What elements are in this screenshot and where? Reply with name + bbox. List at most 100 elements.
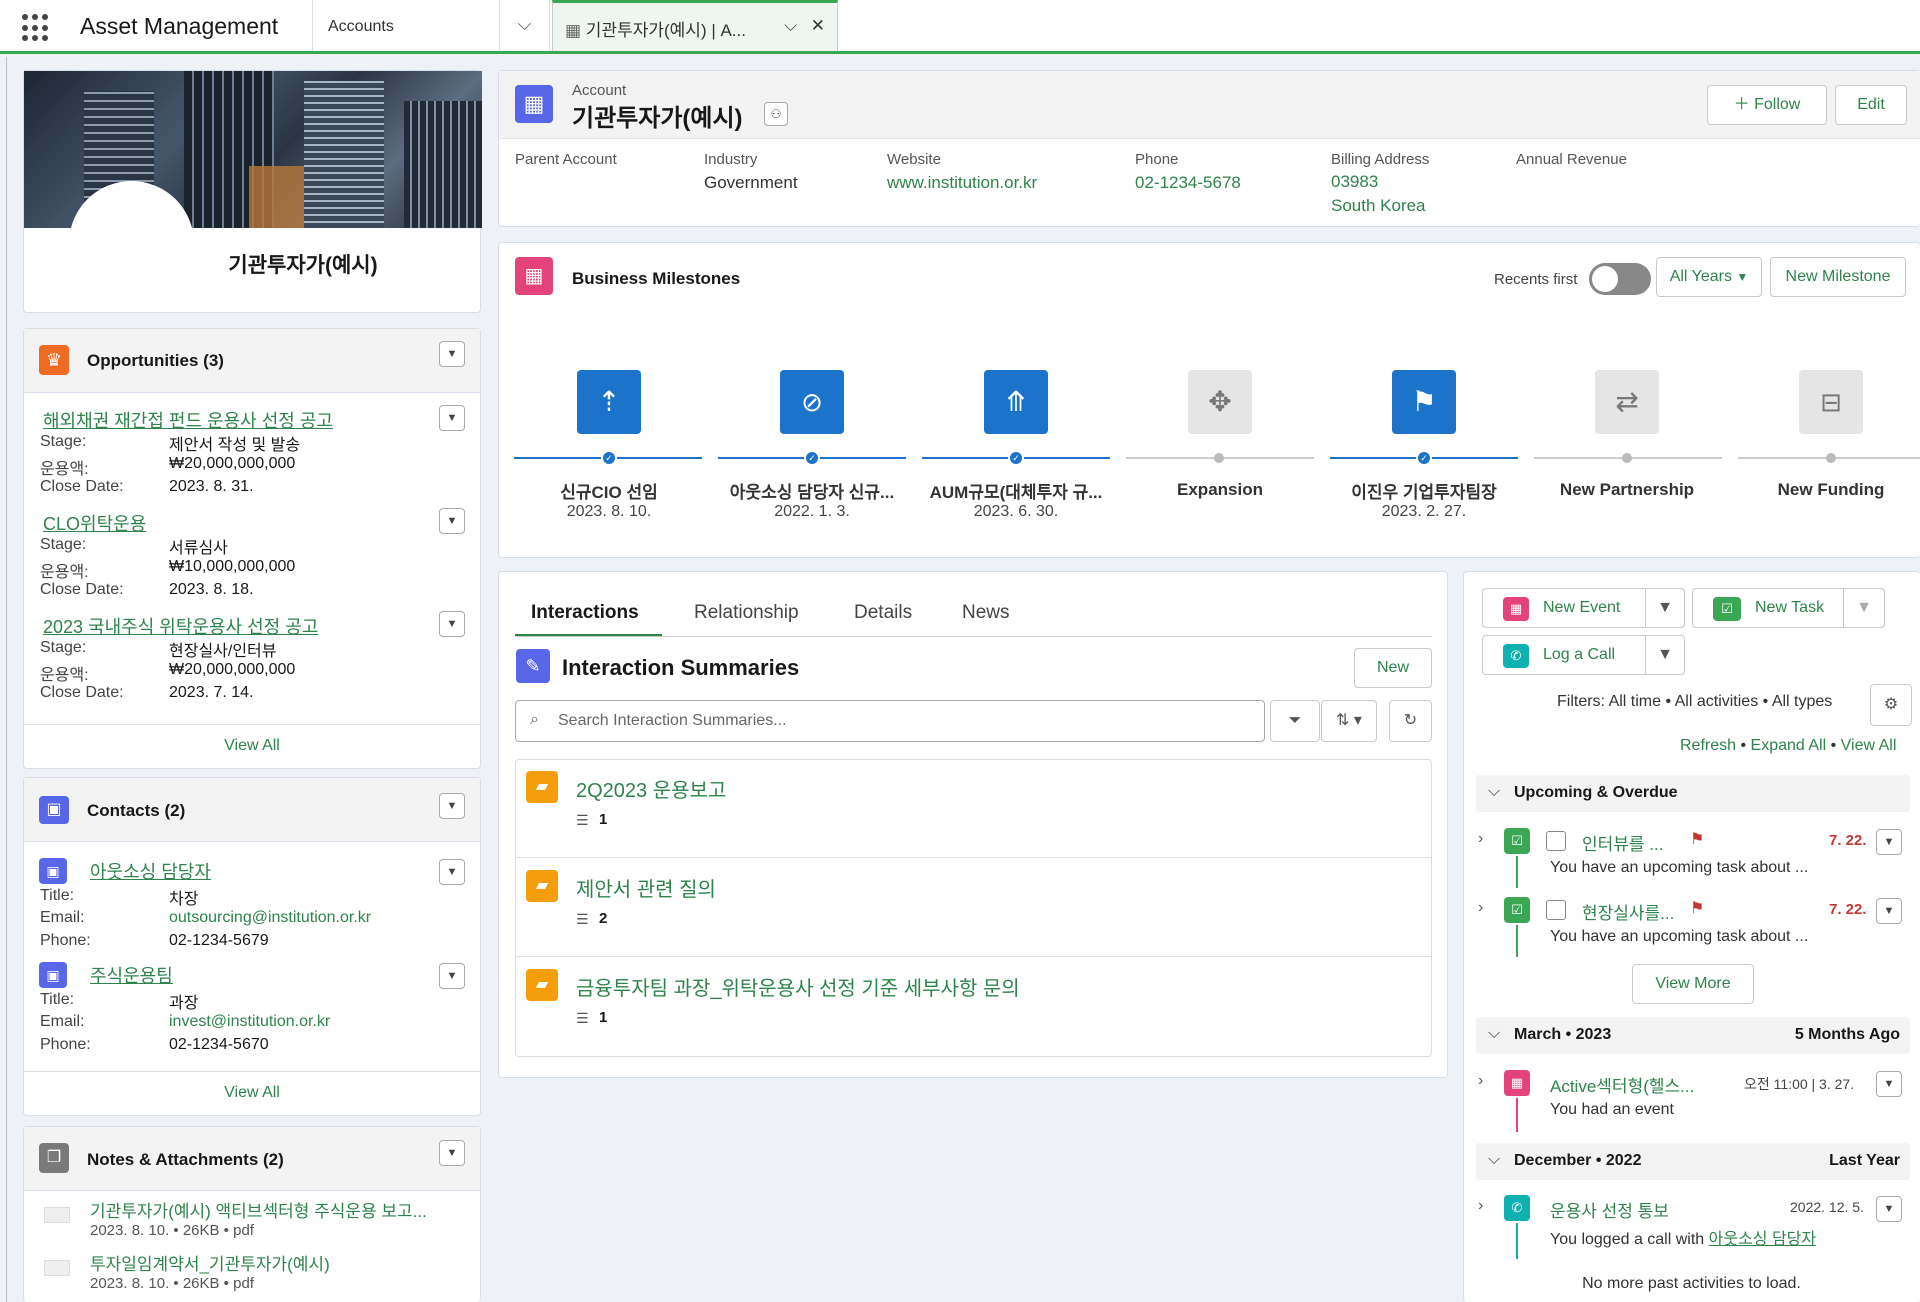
new-task-button[interactable]: ☑ New Task: [1692, 588, 1844, 628]
new-event-button[interactable]: ▦ New Event: [1482, 588, 1646, 628]
sort-button[interactable]: ⇅ ▾: [1321, 700, 1377, 742]
milestone-item[interactable]: ⚑: [1392, 370, 1456, 434]
dropdown-button[interactable]: ▼: [1876, 898, 1902, 924]
opportunity-link[interactable]: 해외채권 재간접 펀드 운용사 선정 공고: [43, 407, 333, 433]
dropdown-button[interactable]: ▼: [439, 963, 465, 989]
chevron-down-icon[interactable]: ⌵: [500, 0, 550, 51]
view-more-button[interactable]: View More: [1632, 964, 1754, 1004]
refresh-link[interactable]: Refresh: [1680, 737, 1736, 754]
dropdown-button[interactable]: ▼: [439, 793, 465, 819]
chevron-down-icon[interactable]: ⌵: [784, 16, 797, 36]
dropdown-button[interactable]: ▼: [439, 508, 465, 534]
email-link[interactable]: outsourcing@institution.or.kr: [169, 909, 371, 927]
section-header-march[interactable]: ⌵ March • 2023 5 Months Ago: [1476, 1017, 1910, 1054]
tab-interactions[interactable]: Interactions: [531, 602, 639, 624]
dropdown-button[interactable]: ▼: [439, 1140, 465, 1166]
expand-all-link[interactable]: Expand All: [1751, 737, 1827, 754]
milestone-item[interactable]: ⊟: [1799, 370, 1863, 434]
call-desc: You logged a call with 아웃소싱 담당자: [1550, 1231, 1817, 1248]
file-link[interactable]: 기관투자가(예시) 액티브섹터형 주식운용 보고...: [90, 1197, 427, 1222]
summary-link[interactable]: 2Q2023 운용보고: [576, 774, 726, 803]
no-more-text: No more past activities to load.: [1582, 1275, 1801, 1292]
chevron-right-icon[interactable]: ›: [1478, 830, 1483, 848]
dropdown-button[interactable]: ▼: [439, 859, 465, 885]
card-title[interactable]: Notes & Attachments (2): [87, 1150, 284, 1170]
dropdown-button[interactable]: ▼: [1876, 1196, 1902, 1222]
field-value: 2023. 8. 31.: [169, 478, 254, 495]
hierarchy-icon[interactable]: ⚇: [764, 102, 788, 126]
tab-details[interactable]: Details: [854, 602, 912, 624]
search-input[interactable]: ⌕ Search Interaction Summaries...: [515, 700, 1265, 742]
section-header-december[interactable]: ⌵ December • 2022 Last Year: [1476, 1143, 1910, 1180]
list-item: ▣ 주식운용팀 ▼ Title: 과장 Email: invest@instit…: [24, 958, 480, 1062]
milestone-item[interactable]: ✥: [1188, 370, 1252, 434]
view-all-link[interactable]: View All: [224, 737, 280, 754]
summary-link[interactable]: 제안서 관련 질의: [576, 873, 716, 902]
dropdown-button[interactable]: ▼: [439, 341, 465, 367]
refresh-button[interactable]: ↻: [1389, 700, 1432, 742]
field-value: 2023. 7. 14.: [169, 684, 254, 701]
milestone-item[interactable]: ⇄: [1595, 370, 1659, 434]
opportunity-link[interactable]: 2023 국내주식 위탁운용사 선정 공고: [43, 613, 318, 639]
view-all-link[interactable]: View All: [1841, 737, 1897, 754]
dropdown-button[interactable]: ▼: [439, 405, 465, 431]
phone-link[interactable]: 02-1234-5678: [1135, 173, 1241, 193]
task-link[interactable]: 현장실사를...: [1582, 899, 1674, 924]
caret-down-icon: ▼: [1736, 270, 1749, 284]
new-button[interactable]: New: [1354, 648, 1432, 688]
new-event-menu[interactable]: ▼: [1645, 588, 1685, 628]
follow-button[interactable]: ＋ Follow: [1707, 85, 1827, 125]
task-checkbox[interactable]: [1546, 831, 1566, 851]
summary-link[interactable]: 금융투자팀 과장_위탁운용사 선정 기준 세부사항 문의: [576, 972, 1020, 1001]
task-date: 7. 22.: [1829, 901, 1867, 918]
timeline-connector: [1516, 925, 1518, 957]
milestone-item[interactable]: ⤊: [984, 370, 1048, 434]
close-icon[interactable]: ✕: [811, 16, 825, 36]
billing-address-link[interactable]: 03983: [1331, 172, 1378, 192]
billing-address-link[interactable]: South Korea: [1331, 196, 1426, 216]
new-task-menu[interactable]: ▼: [1843, 588, 1885, 628]
file-link[interactable]: 투자일임계약서_기관투자가(예시): [90, 1250, 330, 1275]
task-link[interactable]: 인터뷰를 ...: [1582, 830, 1663, 855]
tab-account[interactable]: ▦ 기관투자가(예시) | A... ⌵ ✕: [552, 0, 838, 51]
chevron-right-icon[interactable]: ›: [1478, 1197, 1483, 1215]
dropdown-button[interactable]: ▼: [1876, 1071, 1902, 1097]
dropdown-button[interactable]: ▼: [1876, 829, 1902, 855]
new-milestone-button[interactable]: New Milestone: [1770, 257, 1906, 297]
email-link[interactable]: invest@institution.or.kr: [169, 1013, 330, 1031]
website-link[interactable]: www.institution.or.kr: [887, 173, 1037, 193]
tab-relationship[interactable]: Relationship: [694, 602, 799, 624]
card-title[interactable]: Contacts (2): [87, 801, 185, 821]
app-launcher-icon[interactable]: [22, 14, 50, 42]
event-link[interactable]: Active섹터형(헬스...: [1550, 1072, 1694, 1097]
chevron-right-icon[interactable]: ›: [1478, 899, 1483, 917]
opportunity-link[interactable]: CLO위탁운용: [43, 510, 146, 536]
recents-label: Recents first: [1494, 271, 1578, 288]
tab-news[interactable]: News: [962, 602, 1010, 624]
years-dropdown[interactable]: All Years ▼: [1656, 257, 1762, 297]
contact-link[interactable]: 아웃소싱 담당자: [1709, 1231, 1817, 1248]
recents-toggle[interactable]: [1589, 263, 1651, 295]
settings-button[interactable]: ⚙: [1870, 684, 1912, 726]
card-title[interactable]: Opportunities (3): [87, 351, 224, 371]
field-value: ₩20,000,000,000: [169, 455, 296, 472]
log-call-menu[interactable]: ▼: [1645, 635, 1685, 675]
log-call-button[interactable]: ✆ Log a Call: [1482, 635, 1646, 675]
nav-item-accounts[interactable]: Accounts: [312, 0, 500, 51]
task-desc: You have an upcoming task about ...: [1550, 928, 1809, 945]
edit-button[interactable]: Edit: [1835, 85, 1907, 125]
dropdown-button[interactable]: ▼: [439, 611, 465, 637]
call-link[interactable]: 운용사 선정 통보: [1550, 1197, 1669, 1222]
profile-name: 기관투자가(예시): [228, 254, 378, 277]
list-item: ▰ 금융투자팀 과장_위탁운용사 선정 기준 세부사항 문의 ☰ 1: [516, 958, 1431, 1056]
timeline-connector: [1516, 1223, 1518, 1259]
task-checkbox[interactable]: [1546, 900, 1566, 920]
filter-button[interactable]: ⏷: [1270, 700, 1320, 742]
view-all-link[interactable]: View All: [224, 1084, 280, 1101]
milestone-item[interactable]: ⇡: [577, 370, 641, 434]
milestone-item[interactable]: ⊘: [780, 370, 844, 434]
chevron-right-icon[interactable]: ›: [1478, 1072, 1483, 1090]
section-header-upcoming[interactable]: ⌵ Upcoming & Overdue: [1476, 775, 1910, 812]
contact-link[interactable]: 주식운용팀: [90, 962, 173, 988]
contact-link[interactable]: 아웃소싱 담당자: [90, 858, 211, 884]
